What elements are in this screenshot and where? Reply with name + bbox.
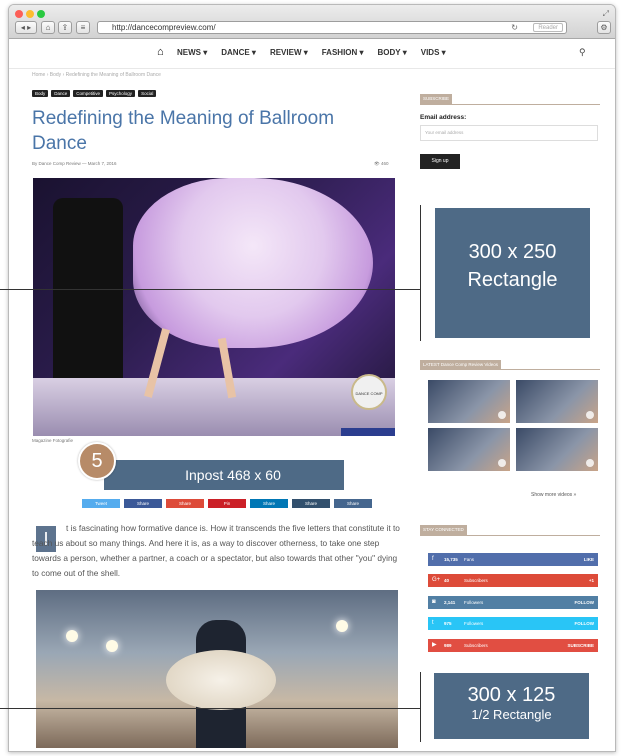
image-credit-ribbon bbox=[341, 428, 395, 436]
back-forward-buttons[interactable]: ◂ ▸ bbox=[15, 21, 37, 34]
tag-body[interactable]: Body bbox=[32, 90, 49, 97]
email-label: Email address: bbox=[420, 114, 467, 121]
social-youtube[interactable]: ▶ 989 Subscribers SUBSCRIBE bbox=[428, 639, 598, 652]
search-icon[interactable]: ⚲ bbox=[579, 47, 586, 58]
stage-light bbox=[336, 620, 348, 632]
share-page-icon[interactable]: ⇪ bbox=[58, 21, 72, 34]
half-rect-ad-size: 300 x 125 bbox=[467, 684, 556, 706]
subscribe-heading: SUBSCRIBE bbox=[420, 94, 453, 104]
stay-connected-rule bbox=[420, 535, 600, 536]
minimize-window-button[interactable] bbox=[26, 10, 34, 18]
email-field[interactable]: Your email address bbox=[420, 125, 598, 141]
facebook-share-button[interactable]: Share bbox=[124, 499, 162, 508]
dancer-dress bbox=[166, 650, 276, 710]
article-byline: By Dance Comp Review — March 7, 2016 bbox=[32, 161, 117, 166]
settings-gear-icon[interactable]: ⚙ bbox=[597, 21, 611, 34]
nav-item-review[interactable]: REVIEW ▾ bbox=[270, 48, 308, 57]
address-bar[interactable]: http://dancecompreview.com/ ↻ Reader bbox=[97, 21, 567, 34]
instagram-icon: ◙ bbox=[432, 599, 436, 605]
image-caption: Magazine Fotografie bbox=[32, 438, 74, 443]
nav-item-dance[interactable]: DANCE ▾ bbox=[221, 48, 256, 57]
callout-line bbox=[0, 289, 420, 290]
bookmarks-icon[interactable]: ≡ bbox=[76, 21, 90, 34]
article-title: Redefining the Meaning of Ballroom Dance bbox=[32, 108, 335, 154]
play-icon bbox=[586, 411, 594, 419]
tumblr-share-button[interactable]: Share bbox=[292, 499, 330, 508]
linkedin-share-button[interactable]: Share bbox=[250, 499, 288, 508]
social-twitter[interactable]: t 975 Followers FOLLOW bbox=[428, 617, 598, 630]
google-share-button[interactable]: Share bbox=[166, 499, 204, 508]
video-thumbnails bbox=[428, 380, 598, 471]
tag-psychology[interactable]: Psychology bbox=[106, 90, 136, 97]
video-thumbnail[interactable] bbox=[428, 380, 510, 423]
rect-ad-size: 300 x 250 bbox=[468, 241, 557, 263]
google-plus-icon: G+ bbox=[432, 577, 441, 583]
nav-item-news[interactable]: NEWS ▾ bbox=[177, 48, 207, 57]
tag-dance[interactable]: Dance bbox=[51, 90, 71, 97]
tag-social[interactable]: Social bbox=[138, 90, 157, 97]
play-icon bbox=[586, 459, 594, 467]
half-rect-ad-type: 1/2 Rectangle bbox=[471, 707, 552, 722]
article-body: t is fascinating how formative dance is.… bbox=[32, 523, 400, 578]
stage-light bbox=[66, 630, 78, 642]
zoom-window-button[interactable] bbox=[37, 10, 45, 18]
close-window-button[interactable] bbox=[15, 10, 23, 18]
site-navigation: ⌂ NEWS ▾ DANCE ▾ REVIEW ▾ FASHION ▾ BODY… bbox=[9, 39, 615, 69]
second-article-image bbox=[36, 590, 398, 748]
inpost-ad-placeholder: Inpost 468 x 60 bbox=[104, 460, 344, 490]
twitter-icon: t bbox=[432, 620, 434, 626]
social-googleplus[interactable]: G+ 40 Subscribers +1 bbox=[428, 574, 598, 587]
share-buttons: Tweet Share Share Pin Share Share Share bbox=[82, 499, 372, 508]
social-facebook[interactable]: f 15,735 Fans LIKE bbox=[428, 553, 598, 566]
subscribe-rule bbox=[420, 104, 600, 105]
videos-heading: LATEST Dance Comp Review Videos bbox=[420, 360, 502, 370]
dance-comp-review-logo: DANCE COMP REVIEW bbox=[351, 374, 387, 432]
pinterest-pin-button[interactable]: Pin bbox=[208, 499, 246, 508]
play-icon bbox=[498, 411, 506, 419]
rect-ad-type: Rectangle bbox=[467, 269, 558, 291]
view-count: 👁 460 bbox=[374, 161, 389, 166]
article-tags: Body Dance Competitive Psychology Social bbox=[32, 90, 157, 97]
video-thumbnail[interactable] bbox=[516, 428, 598, 471]
breadcrumb[interactable]: Home › Body › Redefining the Meaning of … bbox=[32, 72, 161, 78]
tag-competitive[interactable]: Competitive bbox=[73, 90, 104, 97]
play-icon bbox=[498, 459, 506, 467]
signup-button[interactable]: Sign up bbox=[420, 154, 460, 169]
social-instagram[interactable]: ◙ 2,141 Followers FOLLOW bbox=[428, 596, 598, 609]
reload-icon[interactable]: ↻ bbox=[511, 22, 518, 33]
nav-item-fashion[interactable]: FASHION ▾ bbox=[322, 48, 364, 57]
ad-slot-number-badge: 5 bbox=[78, 442, 116, 480]
hero-image: DANCE COMP REVIEW bbox=[33, 178, 395, 436]
home-nav-icon[interactable]: ⌂ bbox=[157, 46, 164, 58]
half-rectangle-ad-placeholder: 300 x 125 1/2 Rectangle bbox=[434, 673, 589, 739]
youtube-icon: ▶ bbox=[432, 642, 437, 648]
nav-item-body[interactable]: BODY ▾ bbox=[378, 48, 407, 57]
video-thumbnail[interactable] bbox=[428, 428, 510, 471]
fullscreen-icon[interactable]: ⤢ bbox=[603, 9, 609, 19]
dancer-suit bbox=[53, 198, 123, 408]
callout-bracket bbox=[420, 205, 421, 341]
callout-bracket bbox=[420, 672, 421, 742]
facebook-icon: f bbox=[432, 556, 434, 562]
stay-connected-heading: STAY CONNECTED bbox=[420, 525, 467, 535]
nav-item-vids[interactable]: VIDS ▾ bbox=[421, 48, 446, 57]
url-text: http://dancecompreview.com/ bbox=[112, 23, 216, 32]
show-more-videos-link[interactable]: Show more videos » bbox=[531, 492, 576, 498]
vk-share-button[interactable]: Share bbox=[334, 499, 372, 508]
rectangle-ad-placeholder: 300 x 250 Rectangle bbox=[435, 208, 590, 338]
reader-button[interactable]: Reader bbox=[533, 23, 563, 32]
eye-icon: 👁 bbox=[374, 161, 381, 166]
stage-light bbox=[106, 640, 118, 652]
callout-line bbox=[0, 708, 420, 709]
tweet-button[interactable]: Tweet bbox=[82, 499, 120, 508]
video-thumbnail[interactable] bbox=[516, 380, 598, 423]
ballroom-gown bbox=[133, 178, 373, 348]
browser-titlebar: ◂ ▸ ⌂ ⇪ ≡ http://dancecompreview.com/ ↻ … bbox=[9, 5, 615, 39]
home-icon[interactable]: ⌂ bbox=[41, 21, 55, 34]
